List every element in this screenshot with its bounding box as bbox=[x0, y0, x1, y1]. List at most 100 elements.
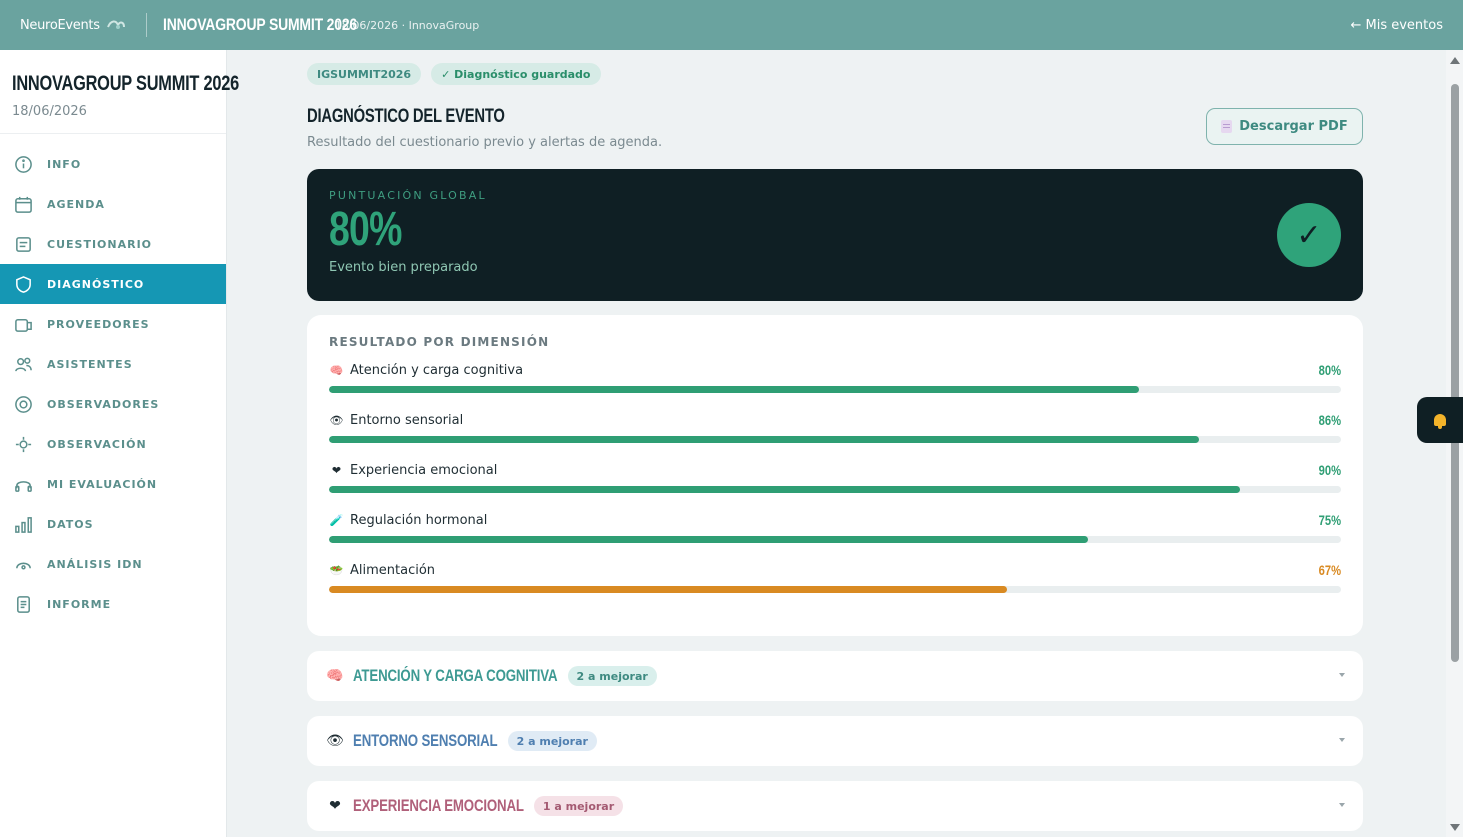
dimension-name: 🧪 Regulación hormonal bbox=[329, 513, 488, 528]
page-subtitle: Resultado del cuestionario previo y aler… bbox=[307, 135, 663, 150]
dimension-emoji-icon: 👁 bbox=[329, 413, 344, 427]
main-content: IGSUMMIT2026 ✓ Diagnóstico guardado DIAG… bbox=[307, 50, 1363, 831]
sidebar-item-diagnostico[interactable]: DIAGNÓSTICO bbox=[0, 264, 226, 304]
dimension-progress-track bbox=[329, 386, 1341, 393]
sidebar-item-observadores[interactable]: OBSERVADORES bbox=[0, 384, 226, 424]
score-label: PUNTUACIÓN GLOBAL bbox=[329, 189, 487, 202]
sidebar-item-proveedores[interactable]: PROVEEDORES bbox=[0, 304, 226, 344]
sidebar-item-cuestionario[interactable]: CUESTIONARIO bbox=[0, 224, 226, 264]
dimension-emoji-icon: 🥗 bbox=[329, 563, 344, 577]
accordion-emoji-icon: 🧠 bbox=[326, 668, 344, 684]
dimension-row: 🧠 Atención y carga cognitiva 80% bbox=[329, 359, 1341, 399]
dimension-emoji-icon: ❤ bbox=[331, 463, 342, 477]
sidebar-item-label: MI EVALUACIÓN bbox=[47, 477, 158, 491]
accordion-badge: 2 a mejorar bbox=[507, 731, 597, 751]
scroll-up-arrow-icon[interactable] bbox=[1450, 57, 1460, 64]
dimension-label: Entorno sensorial bbox=[350, 412, 464, 428]
dimension-label: Experiencia emocional bbox=[350, 462, 498, 478]
dimension-label: Alimentación bbox=[350, 562, 436, 578]
sidebar-item-agenda[interactable]: AGENDA bbox=[0, 184, 226, 224]
dimension-row-header: ❤ Experiencia emocional 90% bbox=[329, 459, 1341, 481]
sidebar-item-datos[interactable]: DATOS bbox=[0, 504, 226, 544]
dimension-progress-fill bbox=[329, 536, 1088, 543]
score-description: Evento bien preparado bbox=[329, 260, 478, 275]
scrollbar-thumb[interactable] bbox=[1451, 84, 1459, 662]
dimension-row-header: 🧠 Atención y carga cognitiva 80% bbox=[329, 359, 1341, 381]
document-icon bbox=[1221, 120, 1233, 133]
accordion-item[interactable]: 👁 ENTORNO SENSORIAL 2 a mejorar bbox=[307, 716, 1363, 766]
dimension-percentage: 67% bbox=[1318, 562, 1341, 578]
sidebar-item-label: DATOS bbox=[47, 517, 94, 531]
chevron-down-icon[interactable] bbox=[1339, 738, 1345, 742]
dimension-name: ❤ Experiencia emocional bbox=[329, 463, 497, 478]
sidebar-item-info[interactable]: INFO bbox=[0, 144, 226, 184]
brand-logo-icon bbox=[106, 20, 125, 29]
sidebar-item-label: CUESTIONARIO bbox=[47, 237, 153, 251]
page-header: DIAGNÓSTICO DEL EVENTO Resultado del cue… bbox=[307, 106, 1363, 150]
download-pdf-label: Descargar PDF bbox=[1239, 119, 1348, 134]
sidebar-item-label: ANÁLISIS IDN bbox=[47, 557, 143, 571]
accordion-emoji-icon: 👁 bbox=[326, 733, 344, 749]
sidebar-item-observacion[interactable]: OBSERVACIÓN bbox=[0, 424, 226, 464]
cards-icon bbox=[13, 314, 33, 334]
sidebar: INNOVAGROUP SUMMIT 2026 18/06/2026 INFO … bbox=[0, 50, 240, 837]
shield-icon bbox=[13, 274, 33, 294]
sidebar-event-title: INNOVAGROUP SUMMIT 2026 bbox=[12, 72, 240, 95]
brand-name: NeuroEvents bbox=[20, 17, 100, 33]
document-icon bbox=[13, 594, 33, 614]
sidebar-item-label: AGENDA bbox=[47, 197, 105, 211]
notifications-button[interactable] bbox=[1417, 397, 1463, 443]
dimension-name: 👁 Entorno sensorial bbox=[329, 412, 464, 428]
chevron-down-icon[interactable] bbox=[1339, 673, 1345, 677]
download-pdf-button[interactable]: Descargar PDF bbox=[1206, 108, 1363, 145]
dimension-heading: RESULTADO POR DIMENSIÓN bbox=[329, 335, 550, 349]
sidebar-header: INNOVAGROUP SUMMIT 2026 18/06/2026 bbox=[0, 50, 240, 134]
chevron-down-icon[interactable] bbox=[1339, 803, 1345, 807]
target-icon bbox=[13, 394, 33, 414]
sidebar-item-informe[interactable]: INFORME bbox=[0, 584, 226, 624]
calendar-icon bbox=[13, 194, 33, 214]
dimension-row: 🧪 Regulación hormonal 75% bbox=[329, 509, 1341, 549]
event-title: INNOVAGROUP SUMMIT 2026 bbox=[162, 15, 357, 34]
users-icon bbox=[13, 354, 33, 374]
sidebar-item-label: INFORME bbox=[47, 597, 112, 611]
accordion-title: ATENCIÓN Y CARGA COGNITIVA bbox=[353, 666, 558, 685]
dimension-progress-fill bbox=[329, 436, 1200, 443]
sidebar-item-label: OBSERVADORES bbox=[47, 397, 160, 411]
sidebar-item-mi-evaluacion[interactable]: MI EVALUACIÓN bbox=[0, 464, 226, 504]
dimension-progress-fill bbox=[329, 486, 1240, 493]
crosshair-icon bbox=[13, 434, 33, 454]
dimension-percentage: 90% bbox=[1318, 462, 1341, 478]
bar-chart-icon bbox=[13, 514, 33, 534]
scrollbar[interactable] bbox=[1446, 50, 1463, 837]
top-bar: NeuroEvents INNOVAGROUP SUMMIT 2026 18/0… bbox=[0, 0, 1463, 50]
sidebar-event-date: 18/06/2026 bbox=[12, 104, 87, 119]
dimension-percentage: 86% bbox=[1318, 412, 1341, 428]
accordion-item[interactable]: ❤ EXPERIENCIA EMOCIONAL 1 a mejorar bbox=[307, 781, 1363, 831]
dimension-percentage: 75% bbox=[1318, 512, 1341, 528]
accordion-list: 🧠 ATENCIÓN Y CARGA COGNITIVA 2 a mejorar 👁 E… bbox=[307, 651, 1363, 831]
check-icon: ✓ bbox=[1277, 203, 1341, 267]
sidebar-item-asistentes[interactable]: ASISTENTES bbox=[0, 344, 226, 384]
dimension-results-card: RESULTADO POR DIMENSIÓN 🧠 Atención y carg… bbox=[307, 315, 1363, 636]
saved-status-chip: ✓ Diagnóstico guardado bbox=[431, 63, 601, 85]
headphones-icon bbox=[13, 474, 33, 494]
sidebar-item-label: INFO bbox=[47, 157, 82, 171]
dimension-row: ❤ Experiencia emocional 90% bbox=[329, 459, 1341, 499]
scroll-down-arrow-icon[interactable] bbox=[1450, 824, 1460, 831]
dimension-percentage: 80% bbox=[1318, 362, 1341, 378]
info-icon bbox=[13, 154, 33, 174]
dimension-progress-fill bbox=[329, 586, 1008, 593]
score-value: 80% bbox=[329, 203, 402, 256]
divider bbox=[145, 13, 147, 37]
accordion-item[interactable]: 🧠 ATENCIÓN Y CARGA COGNITIVA 2 a mejorar bbox=[307, 651, 1363, 701]
dimension-list: 🧠 Atención y carga cognitiva 80% 👁 Entorno s… bbox=[329, 359, 1341, 599]
dimension-label: Atención y carga cognitiva bbox=[350, 362, 524, 378]
back-to-events-link[interactable]: ← Mis eventos bbox=[1350, 18, 1443, 33]
sidebar-item-analisis-idn[interactable]: ANÁLISIS IDN bbox=[0, 544, 226, 584]
accordion-title: ENTORNO SENSORIAL bbox=[353, 731, 498, 750]
event-code-chip: IGSUMMIT2026 bbox=[307, 63, 422, 85]
brand[interactable]: NeuroEvents bbox=[20, 18, 126, 33]
dimension-row: 👁 Entorno sensorial 86% bbox=[329, 409, 1341, 449]
sidebar-item-label: PROVEEDORES bbox=[47, 317, 150, 331]
